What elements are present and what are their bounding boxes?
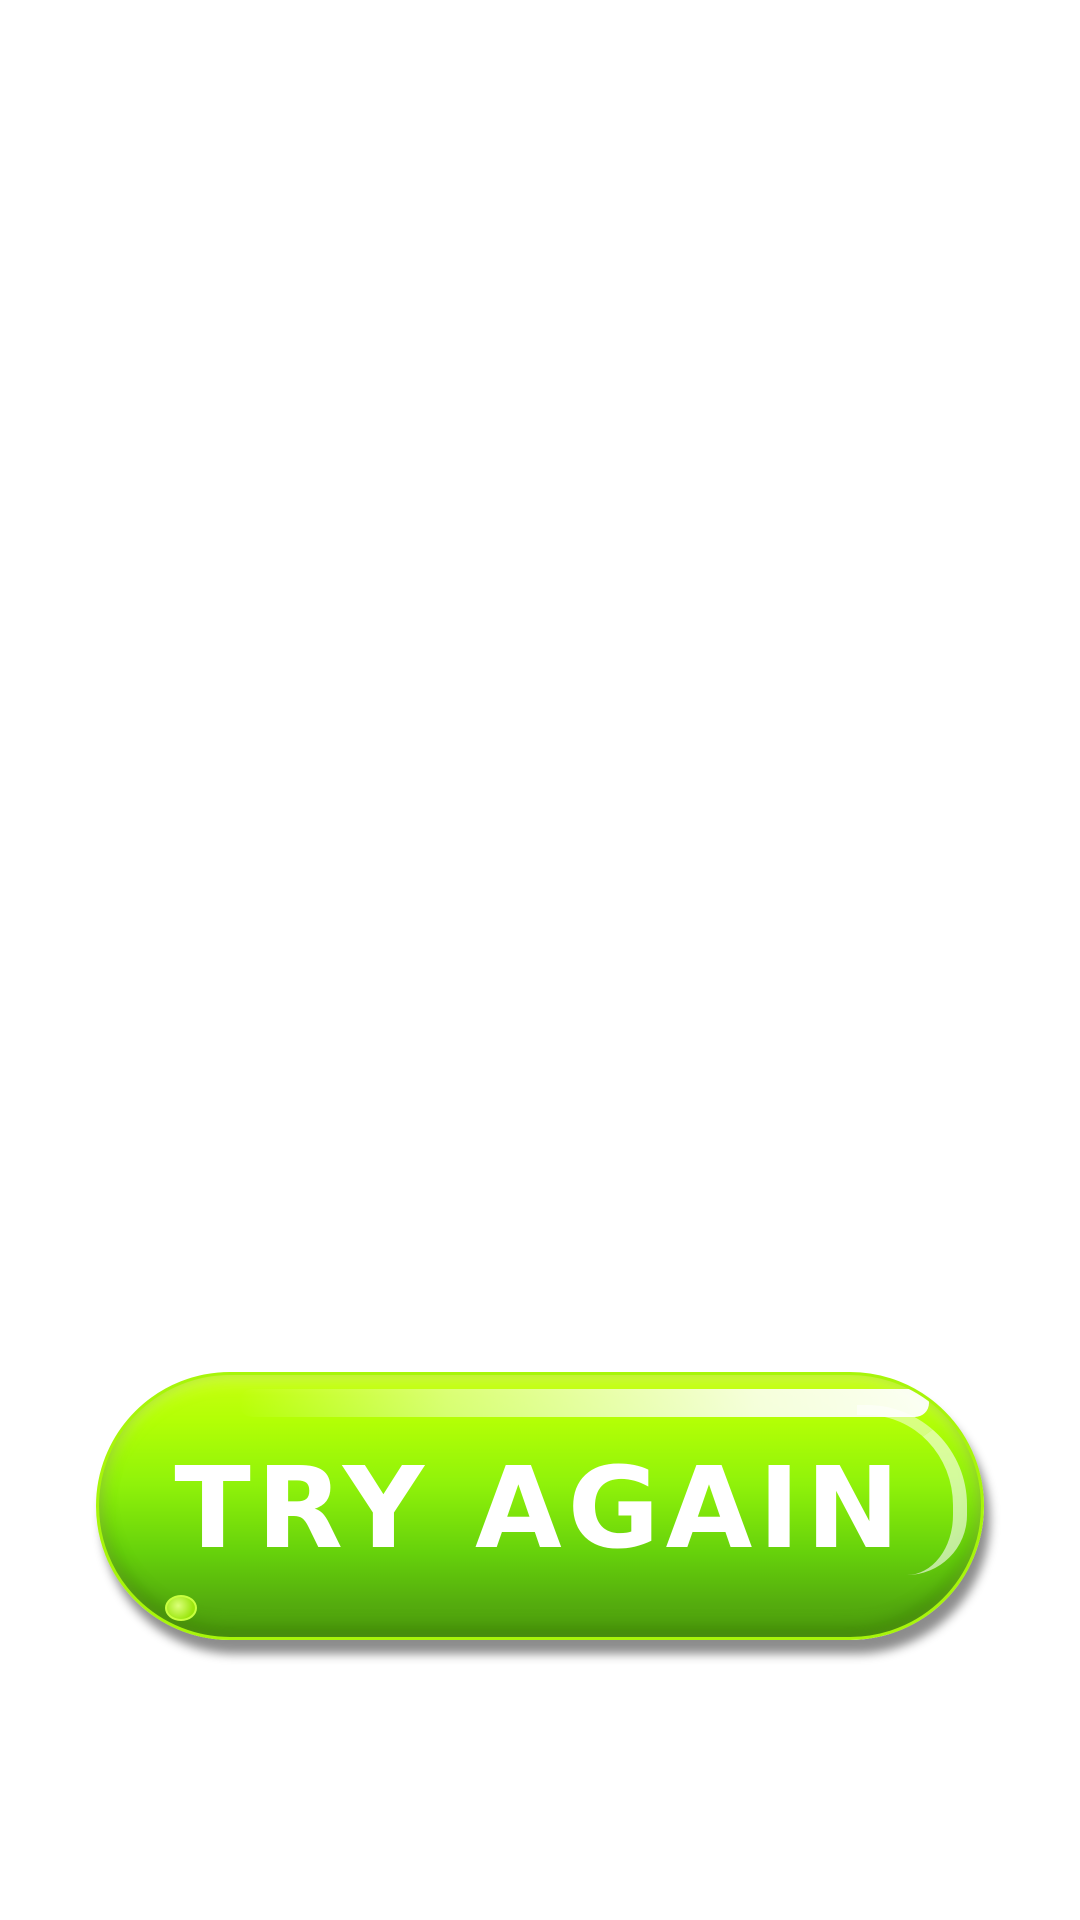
try-again-label: TRY AGAIN bbox=[174, 1444, 906, 1574]
screen: TRY AGAIN bbox=[0, 0, 1080, 1920]
try-again-button[interactable]: TRY AGAIN bbox=[96, 1372, 984, 1640]
